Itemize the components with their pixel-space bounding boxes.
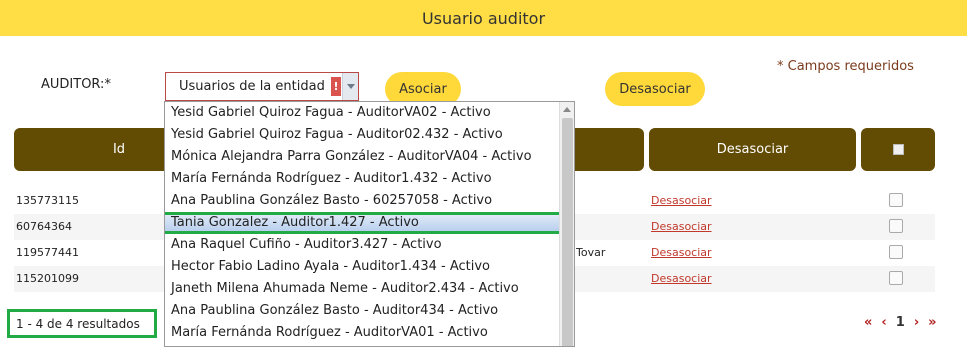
dropdown-option[interactable]: Ana Paublina González Basto - 60257058 -… xyxy=(165,190,560,212)
column-header-select-all xyxy=(861,128,935,171)
row-checkbox[interactable] xyxy=(889,219,903,233)
page-number[interactable]: 1 xyxy=(896,315,905,330)
dropdown-option-selected[interactable]: Tania Gonzalez - Auditor1.427 - Activo xyxy=(165,212,572,234)
dropdown-option[interactable]: María Fernánda Rodríguez - Auditor1.432 … xyxy=(165,168,560,190)
required-fields-note: * Campos requeridos xyxy=(777,59,914,74)
prev-page-icon[interactable]: ‹ xyxy=(881,315,886,330)
desasociar-link[interactable]: Desasociar xyxy=(651,194,712,207)
dropdown-scrollbar[interactable] xyxy=(559,102,574,346)
cell-name: Tovar xyxy=(576,246,606,259)
dropdown-option[interactable]: María Fernánda Rodríguez - AuditorVA01 -… xyxy=(165,322,560,344)
cell-id: 60764364 xyxy=(16,220,72,233)
row-checkbox[interactable] xyxy=(889,193,903,207)
cell-id: 119577441 xyxy=(16,246,79,259)
desasociar-link[interactable]: Desasociar xyxy=(651,246,712,259)
auditor-label: AUDITOR:* xyxy=(41,77,111,92)
row-checkbox[interactable] xyxy=(889,271,903,285)
scrollbar-thumb[interactable] xyxy=(562,118,573,346)
last-page-icon[interactable]: » xyxy=(928,315,936,330)
row-checkbox[interactable] xyxy=(889,245,903,259)
page-header: Usuario auditor xyxy=(0,0,967,36)
cell-id: 135773115 xyxy=(16,194,79,207)
column-header-desasociar: Desasociar xyxy=(649,128,856,171)
first-page-icon[interactable]: « xyxy=(864,315,872,330)
desasociar-button[interactable]: Desasociar xyxy=(605,72,705,106)
desasociar-link[interactable]: Desasociar xyxy=(651,272,712,285)
auditor-select[interactable]: Usuarios de la entidad ! xyxy=(165,72,359,101)
dropdown-option[interactable]: Ana Raquel Cufiño - Auditor3.427 - Activ… xyxy=(165,234,560,256)
pagination: « ‹ 1 › » xyxy=(864,315,937,330)
dropdown-option[interactable]: Janeth Milena Ahumada Neme - Auditor2.43… xyxy=(165,278,560,300)
select-all-checkbox[interactable] xyxy=(892,144,904,155)
dropdown-option[interactable]: Yesid Gabriel Quiroz Fagua - Auditor02.4… xyxy=(165,124,560,146)
dropdown-option[interactable]: Ana Paublina González Basto - Auditor434… xyxy=(165,300,560,322)
desasociar-link[interactable]: Desasociar xyxy=(651,220,712,233)
auditor-dropdown-list[interactable]: Yesid Gabriel Quiroz Fagua - AuditorVA02… xyxy=(164,101,575,347)
page-title: Usuario auditor xyxy=(421,8,546,28)
scroll-up-icon[interactable] xyxy=(560,102,574,117)
warning-icon: ! xyxy=(331,77,341,96)
chevron-down-icon[interactable] xyxy=(342,73,358,100)
dropdown-option[interactable]: Yesid Gabriel Quiroz Fagua - AuditorVA02… xyxy=(165,102,560,124)
cell-id: 115201099 xyxy=(16,272,79,285)
dropdown-option[interactable]: Mónica Alejandra Parra González - Audito… xyxy=(165,146,560,168)
results-count: 1 - 4 de 4 resultados xyxy=(7,309,157,338)
next-page-icon[interactable]: › xyxy=(914,315,919,330)
auditor-select-value: Usuarios de la entidad xyxy=(179,79,325,94)
dropdown-options: Yesid Gabriel Quiroz Fagua - AuditorVA02… xyxy=(165,102,572,344)
dropdown-option[interactable]: Hector Fabio Ladino Ayala - Auditor1.434… xyxy=(165,256,560,278)
